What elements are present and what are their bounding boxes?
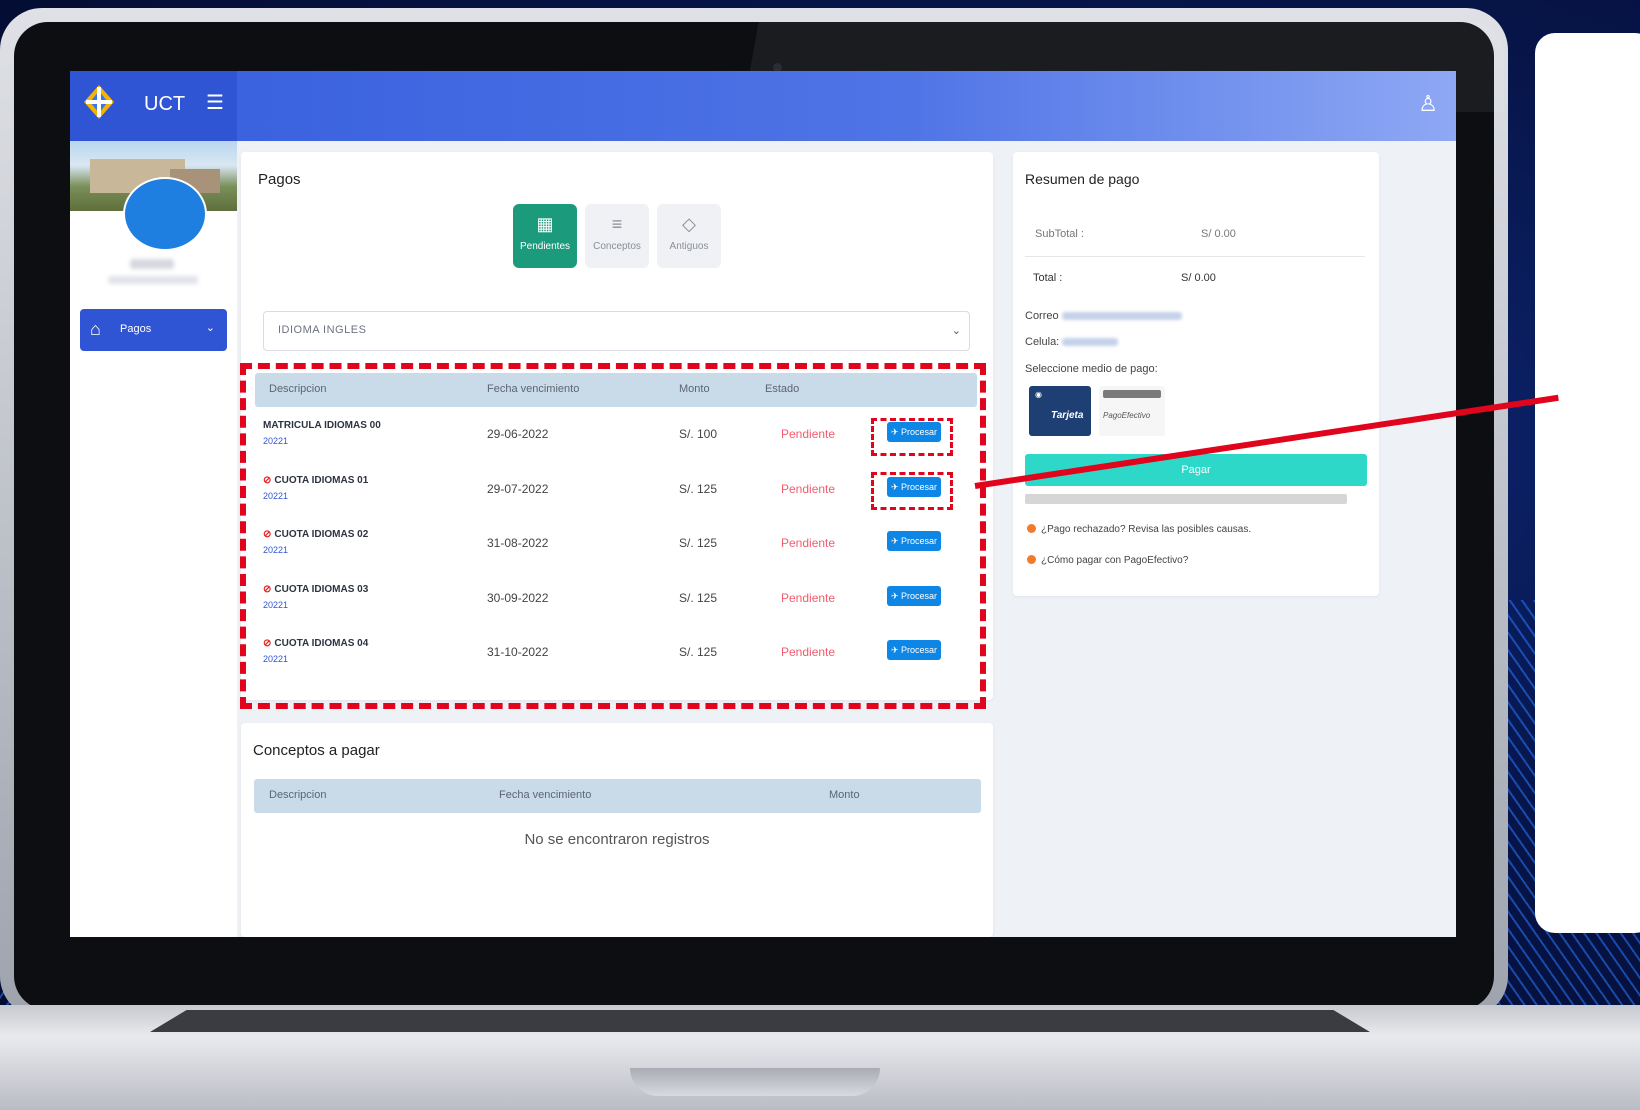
correo-field: Correo bbox=[1025, 310, 1182, 322]
chevron-down-icon: ⌄ bbox=[951, 325, 961, 337]
celular-field: Celula: bbox=[1025, 336, 1119, 348]
column-header: Descripcion bbox=[269, 789, 327, 801]
empty-message: No se encontraron registros bbox=[524, 831, 710, 848]
link-como-pagar[interactable]: ¿Cómo pagar con PagoEfectivo? bbox=[1027, 555, 1188, 566]
radio-bar bbox=[1103, 390, 1161, 398]
resumen-card: Resumen de pago SubTotal : S/ 0.00 Total… bbox=[1013, 152, 1379, 596]
link-pago-rechazado[interactable]: ¿Pago rechazado? Revisa las posibles cau… bbox=[1027, 524, 1251, 535]
celular-label: Celula: bbox=[1025, 336, 1060, 348]
info-dot-icon bbox=[1027, 555, 1036, 564]
avatar bbox=[123, 177, 207, 251]
correo-label: Correo bbox=[1025, 310, 1059, 322]
tab-antiguos[interactable]: ◇ Antiguos bbox=[657, 204, 721, 268]
payment-method-pagoefectivo[interactable]: PagoEfectivo bbox=[1099, 386, 1165, 436]
laptop-notch bbox=[630, 1068, 880, 1096]
sidebar-item-label: Pagos bbox=[120, 323, 152, 335]
user-code-blurred bbox=[108, 276, 198, 284]
tab-label: Conceptos bbox=[593, 241, 641, 252]
highlight-box-table bbox=[240, 363, 986, 709]
home-icon: ⌂ bbox=[90, 319, 101, 339]
laptop-keyboard-edge bbox=[150, 1010, 1370, 1032]
payment-method-label: Seleccione medio de pago: bbox=[1025, 363, 1158, 375]
payment-method-pagoefectivo-label: PagoEfectivo bbox=[1103, 411, 1151, 420]
brand-bar: UCT ☰ bbox=[70, 71, 237, 141]
tab-pendientes[interactable]: ▦ Pendientes bbox=[513, 204, 577, 268]
highlight-box-button bbox=[871, 418, 953, 456]
tab-label: Pendientes bbox=[519, 241, 571, 252]
tab-conceptos[interactable]: ≡ Conceptos bbox=[585, 204, 649, 268]
horizontal-scrollbar[interactable] bbox=[1025, 494, 1347, 504]
radio-icon: ◉ bbox=[1035, 390, 1042, 399]
column-header: Monto bbox=[829, 789, 860, 801]
sidebar: UCT ☰ ⌂ Pagos ⌄ bbox=[70, 71, 237, 937]
divider bbox=[1025, 256, 1365, 257]
chevron-down-icon: ⌄ bbox=[205, 322, 215, 334]
tab-label: Antiguos bbox=[669, 241, 709, 252]
subtotal-value: S/ 0.00 bbox=[1201, 228, 1236, 240]
conceptos-title: Conceptos a pagar bbox=[253, 742, 380, 759]
subtotal-label: SubTotal : bbox=[1035, 228, 1084, 240]
program-select-value: IDIOMA INGLES bbox=[278, 324, 367, 336]
brand-name: UCT bbox=[144, 93, 186, 115]
user-check-icon[interactable]: ♙ bbox=[1418, 91, 1438, 117]
payment-method-card[interactable]: ◉ Tarjeta bbox=[1029, 386, 1091, 436]
correo-value-blurred bbox=[1061, 312, 1182, 321]
conceptos-card: Conceptos a pagar Descripcion Fecha venc… bbox=[241, 723, 993, 937]
tag-icon: ◇ bbox=[682, 214, 696, 234]
side-callout-panel bbox=[1535, 33, 1640, 933]
program-select[interactable]: IDIOMA INGLES ⌄ bbox=[263, 311, 970, 351]
link-text: ¿Cómo pagar con PagoEfectivo? bbox=[1041, 555, 1189, 566]
conceptos-table-header: Descripcion Fecha vencimiento Monto bbox=[254, 779, 981, 813]
celular-value-blurred bbox=[1062, 338, 1119, 347]
pagos-title: Pagos bbox=[258, 171, 301, 188]
resumen-title: Resumen de pago bbox=[1025, 171, 1140, 187]
total-value: S/ 0.00 bbox=[1181, 272, 1216, 284]
top-bar: ♙ bbox=[237, 71, 1456, 141]
grid-icon: ▦ bbox=[536, 214, 554, 234]
total-label: Total : bbox=[1033, 272, 1063, 284]
info-dot-icon bbox=[1027, 524, 1036, 533]
link-text: ¿Pago rechazado? Revisa las posibles cau… bbox=[1041, 524, 1252, 535]
menu-toggle-icon[interactable]: ☰ bbox=[206, 93, 224, 113]
column-header: Fecha vencimiento bbox=[499, 789, 592, 801]
payment-method-card-label: Tarjeta bbox=[1051, 410, 1084, 421]
sidebar-item-pagos[interactable]: ⌂ Pagos ⌄ bbox=[80, 309, 227, 351]
user-name-blurred bbox=[130, 259, 174, 269]
highlight-box-button bbox=[871, 472, 953, 510]
list-icon: ≡ bbox=[611, 214, 623, 234]
uct-logo-icon bbox=[84, 85, 114, 119]
